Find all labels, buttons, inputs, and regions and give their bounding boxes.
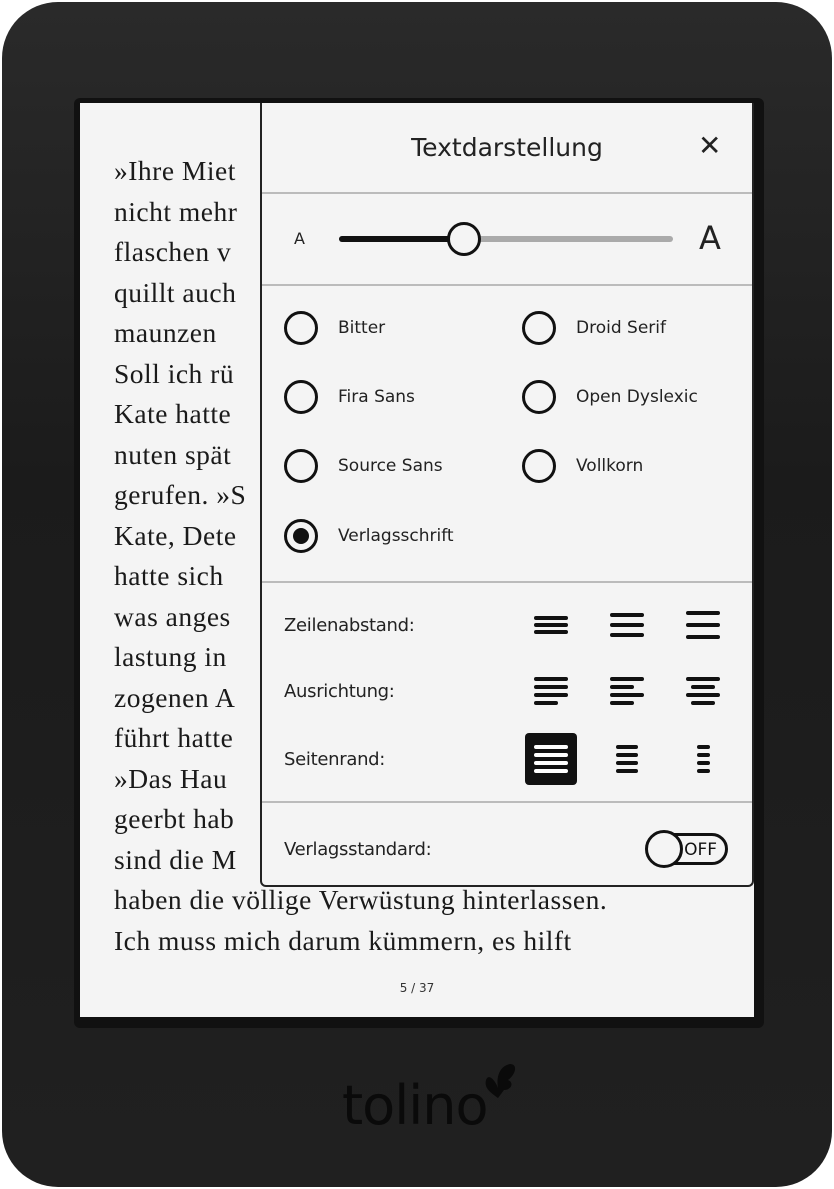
line-spacing-medium-button[interactable] <box>601 599 653 651</box>
text-line: haben die völlige Verwüstung hinterlasse… <box>114 884 608 915</box>
align-justify-button[interactable] <box>525 665 577 717</box>
text-line: nicht mehr <box>114 195 238 227</box>
font-option-label: Source Sans <box>338 456 443 476</box>
text-line: nuten spät <box>114 438 232 470</box>
alignment-label: Ausrichtung: <box>284 681 395 702</box>
text-line: Kate, Dete <box>114 519 237 551</box>
divider <box>262 801 752 803</box>
text-line: hatte sich <box>114 560 224 591</box>
divider <box>262 284 752 286</box>
font-option-label: Vollkorn <box>576 456 644 476</box>
radio-button-icon[interactable] <box>284 380 318 414</box>
font-option-vollkorn[interactable]: Vollkorn <box>522 449 643 483</box>
line-spacing-label: Zeilenabstand: <box>284 615 415 636</box>
toggle-knob <box>645 830 683 868</box>
margin-narrow-button[interactable] <box>525 733 577 785</box>
text-line: »Ihre Miet <box>114 155 236 186</box>
line-spacing-narrow-button[interactable] <box>525 599 577 651</box>
radio-button-icon[interactable] <box>284 311 318 345</box>
font-size-large-label: A <box>699 219 721 257</box>
font-option-droid-serif[interactable]: Droid Serif <box>522 311 666 345</box>
margin-label: Seitenrand: <box>284 749 386 770</box>
font-option-fira-sans[interactable]: Fira Sans <box>284 380 415 414</box>
slider-fill <box>339 236 465 242</box>
font-option-open-dyslexic[interactable]: Open Dyslexic <box>522 380 698 414</box>
radio-button-icon[interactable] <box>284 519 318 553</box>
publisher-default-label: Verlagsstandard: <box>284 839 432 860</box>
tolino-logo: tolino <box>342 1074 488 1137</box>
text-line: zogenen A <box>114 681 236 713</box>
divider <box>262 581 752 583</box>
close-icon[interactable]: ✕ <box>698 129 721 162</box>
dialog-title: Textdarstellung <box>411 133 603 162</box>
text-line: quillt auch <box>114 276 237 308</box>
margin-wide-button[interactable] <box>677 733 729 785</box>
text-line: flaschen v <box>114 236 232 267</box>
align-center-button[interactable] <box>677 665 729 717</box>
text-line: maunzen <box>114 317 217 348</box>
line-spacing-wide-button[interactable] <box>677 599 729 651</box>
font-option-bitter[interactable]: Bitter <box>284 311 385 345</box>
font-option-label: Open Dyslexic <box>576 387 698 407</box>
page-number: 5 / 37 <box>399 981 435 995</box>
radio-button-icon[interactable] <box>522 380 556 414</box>
radio-button-icon[interactable] <box>522 311 556 345</box>
text-line: lastung in <box>114 641 227 672</box>
slider-knob[interactable] <box>447 222 482 256</box>
text-line: Soll ich rü <box>114 357 235 389</box>
text-line: führt hatte <box>114 722 234 753</box>
toggle-state: OFF <box>684 840 717 860</box>
text-line: gerufen. »S <box>114 479 247 510</box>
font-size-slider[interactable] <box>339 222 673 256</box>
font-option-verlagsschrift[interactable]: Verlagsschrift <box>284 519 454 553</box>
margin-medium-button[interactable] <box>601 733 653 785</box>
divider <box>262 192 752 194</box>
radio-button-icon[interactable] <box>284 449 318 483</box>
font-option-label: Droid Serif <box>576 318 666 338</box>
text-line: was anges <box>114 600 231 632</box>
font-option-label: Verlagsschrift <box>338 526 454 546</box>
text-line: »Das Hau <box>114 762 228 794</box>
font-size-small-label: A <box>294 229 305 248</box>
text-line: Ich muss mich darum kümmern, es hilft <box>114 924 572 956</box>
font-option-label: Fira Sans <box>338 387 415 407</box>
font-option-label: Bitter <box>338 318 386 338</box>
butterfly-logo-icon <box>485 1064 516 1098</box>
align-left-button[interactable] <box>601 665 653 717</box>
text-line: geerbt hab <box>114 803 235 834</box>
text-display-dialog: Textdarstellung ✕ A A Bitter Droid Serif F… <box>260 103 754 887</box>
reader-screen: »Ihre Miet nicht mehr flaschen v quillt auc… <box>80 103 754 1017</box>
publisher-default-toggle[interactable]: OFF <box>645 830 728 868</box>
radio-button-icon[interactable] <box>522 449 556 483</box>
text-line: sind die M <box>114 843 237 875</box>
font-option-source-sans[interactable]: Source Sans <box>284 449 443 483</box>
text-line: Kate hatte <box>114 398 232 429</box>
